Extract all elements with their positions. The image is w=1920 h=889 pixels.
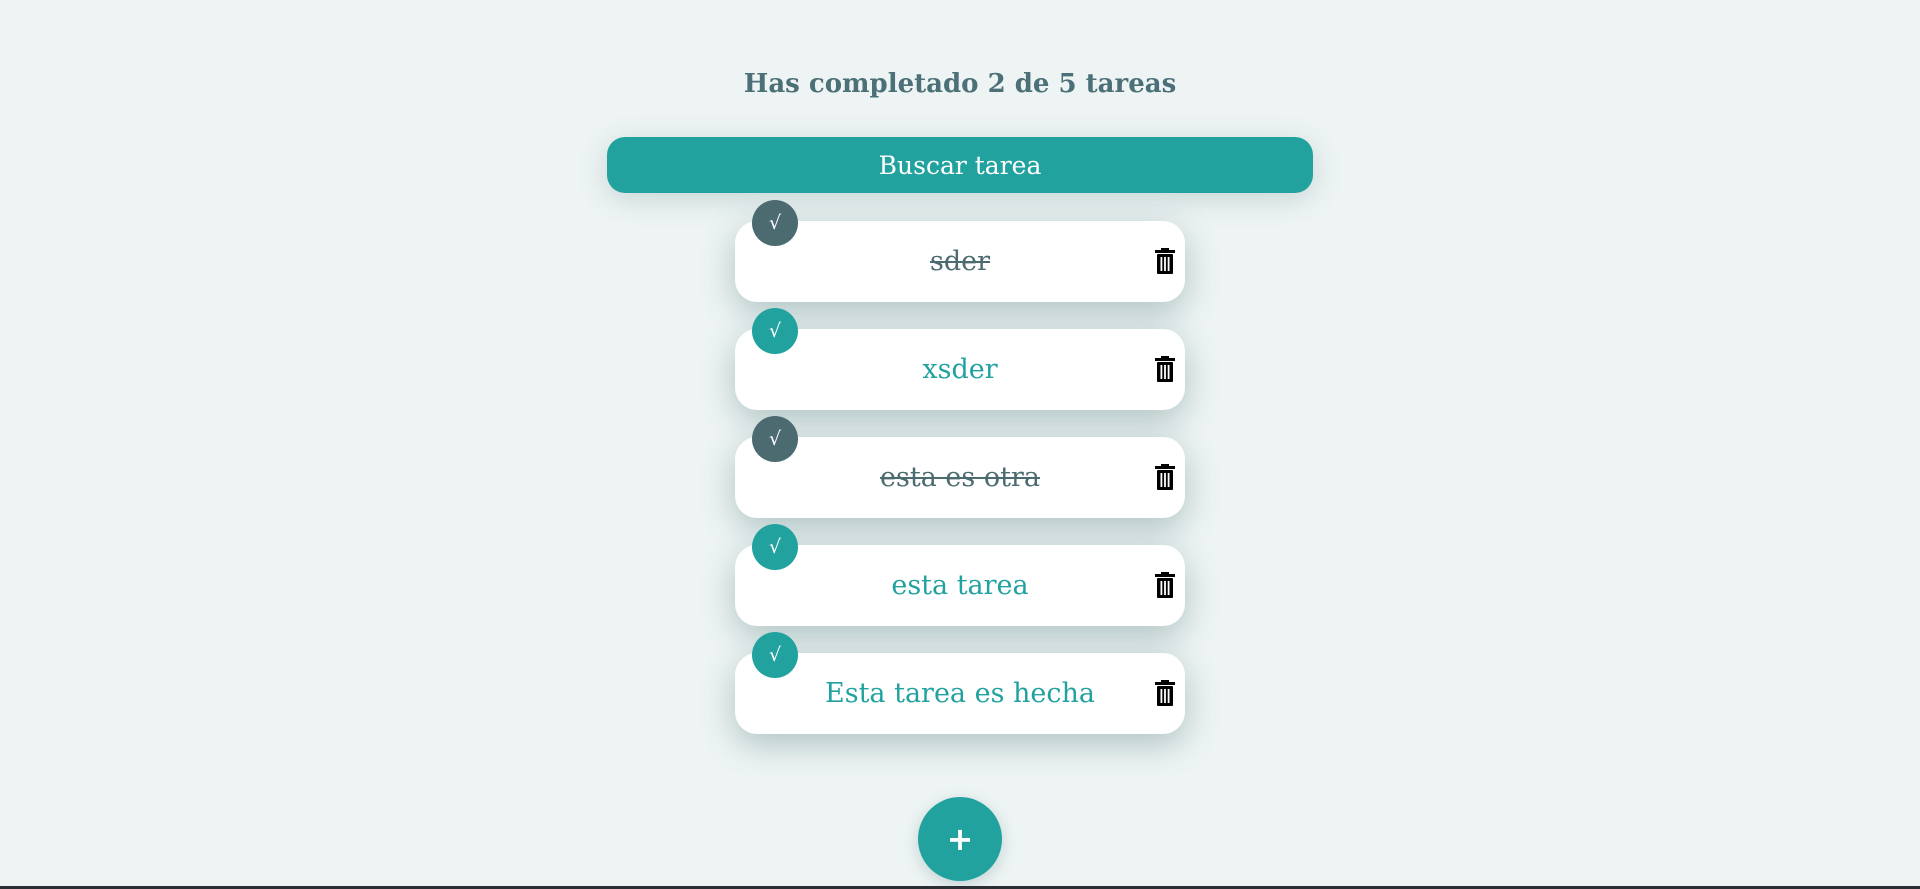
search-input[interactable] bbox=[607, 137, 1313, 193]
todo-item: √ Esta tarea es hecha bbox=[735, 632, 1185, 734]
todo-text: Esta tarea es hecha bbox=[825, 678, 1095, 709]
todo-text: xsder bbox=[922, 354, 998, 385]
todo-item: √ xsder bbox=[735, 308, 1185, 410]
todo-text: esta tarea bbox=[891, 570, 1029, 601]
todo-list: √ sder √ xsder √ esta es otra √ esta tar… bbox=[735, 200, 1185, 761]
trash-icon[interactable] bbox=[1154, 572, 1176, 598]
todo-item: √ esta tarea bbox=[735, 524, 1185, 626]
todo-item: √ esta es otra bbox=[735, 416, 1185, 518]
todo-item: √ sder bbox=[735, 200, 1185, 302]
todo-text: esta es otra bbox=[880, 462, 1040, 493]
trash-icon[interactable] bbox=[1154, 356, 1176, 382]
add-task-button[interactable]: + bbox=[918, 797, 1002, 881]
trash-icon[interactable] bbox=[1154, 248, 1176, 274]
todo-text: sder bbox=[929, 246, 991, 277]
trash-icon[interactable] bbox=[1154, 680, 1176, 706]
trash-icon[interactable] bbox=[1154, 464, 1176, 490]
completion-counter: Has completado 2 de 5 tareas bbox=[743, 69, 1177, 100]
